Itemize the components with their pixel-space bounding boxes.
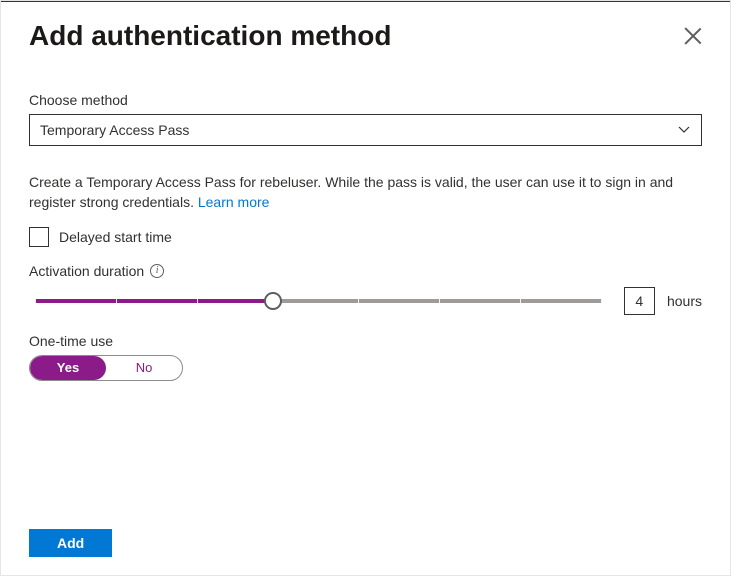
duration-value-input[interactable]: 4 [624, 287, 655, 315]
method-selected-value: Temporary Access Pass [40, 122, 189, 138]
add-button[interactable]: Add [29, 529, 112, 557]
close-icon[interactable] [684, 27, 702, 45]
slider-thumb[interactable] [264, 292, 282, 310]
one-time-toggle[interactable]: Yes No [29, 355, 183, 381]
delayed-start-label: Delayed start time [59, 229, 172, 245]
learn-more-link[interactable]: Learn more [198, 194, 270, 210]
chevron-down-icon [677, 123, 691, 137]
panel-title: Add authentication method [29, 20, 391, 52]
info-icon[interactable]: i [150, 264, 164, 278]
method-label: Choose method [29, 92, 702, 108]
delayed-start-checkbox[interactable] [29, 227, 49, 247]
duration-slider[interactable] [35, 291, 602, 311]
one-time-use-label: One-time use [29, 333, 702, 349]
activation-duration-label: Activation duration [29, 263, 144, 279]
toggle-yes[interactable]: Yes [30, 356, 106, 380]
description-body: Create a Temporary Access Pass for rebel… [29, 174, 673, 210]
toggle-no[interactable]: No [106, 356, 182, 380]
description-text: Create a Temporary Access Pass for rebel… [29, 172, 702, 213]
method-dropdown[interactable]: Temporary Access Pass [29, 114, 702, 146]
slider-ticks [35, 296, 602, 306]
duration-unit: hours [667, 293, 702, 309]
